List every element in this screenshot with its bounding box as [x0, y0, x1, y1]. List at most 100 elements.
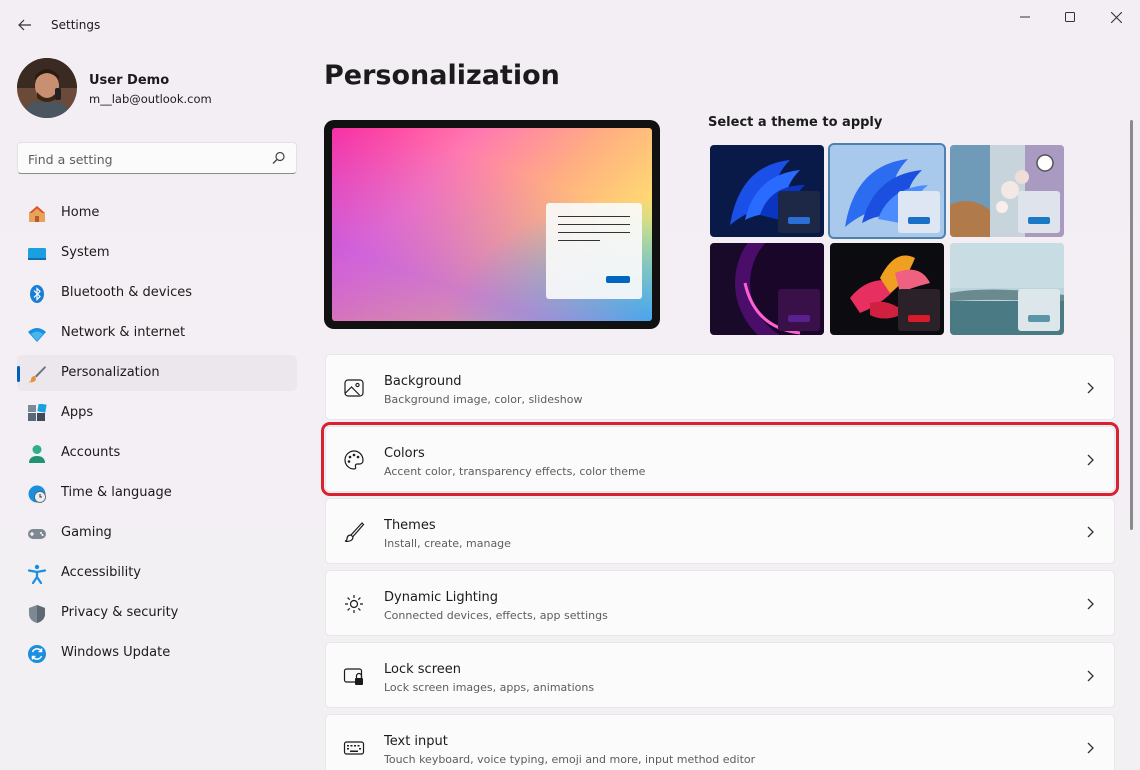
theme-chip: [898, 191, 940, 233]
sidebar-item-home[interactable]: Home: [17, 195, 297, 231]
chevron-right-icon: [1087, 670, 1094, 682]
sidebar-item-time-language[interactable]: Time & language: [17, 475, 297, 511]
sidebar-item-label: Accounts: [61, 445, 121, 460]
setting-desc: Connected devices, effects, app settings: [384, 609, 608, 622]
settings-list: Background Background image, color, slid…: [321, 354, 1119, 770]
minimize-button[interactable]: [1009, 6, 1041, 28]
scrollbar[interactable]: [1130, 120, 1133, 530]
accessibility-icon: [27, 564, 47, 584]
home-icon: [29, 206, 45, 222]
setting-desc: Touch keyboard, voice typing, emoji and …: [384, 753, 756, 766]
setting-title: Text input: [384, 734, 448, 749]
close-icon: [1110, 11, 1122, 23]
setting-title: Dynamic Lighting: [384, 590, 499, 605]
theme-chip: [778, 191, 820, 233]
sidebar-item-label: Accessibility: [61, 565, 141, 580]
theme-chip: [1018, 289, 1060, 331]
preview-window: [546, 203, 642, 299]
controller-icon: [28, 529, 46, 539]
sidebar-item-windows-update[interactable]: Windows Update: [17, 635, 297, 671]
sidebar-item-label: Home: [61, 205, 100, 220]
image-icon: [344, 379, 364, 397]
background-setting[interactable]: Background Background image, color, slid…: [325, 354, 1115, 420]
setting-desc: Accent color, transparency effects, colo…: [384, 465, 646, 478]
person-icon: [29, 445, 45, 463]
setting-desc: Background image, color, slideshow: [384, 393, 583, 406]
sidebar-item-system[interactable]: System: [17, 235, 297, 271]
sidebar-item-accessibility[interactable]: Accessibility: [17, 555, 297, 591]
sidebar-item-label: Bluetooth & devices: [61, 285, 192, 300]
sidebar-item-gaming[interactable]: Gaming: [17, 515, 297, 551]
theme-tile[interactable]: [710, 145, 824, 237]
close-button[interactable]: [1100, 6, 1132, 28]
title-bar: Settings: [0, 0, 1140, 50]
palette-icon: [344, 450, 364, 470]
search-icon[interactable]: [272, 151, 286, 165]
chevron-right-icon: [1087, 454, 1094, 466]
setting-title: Colors: [384, 446, 425, 461]
maximize-icon: [1065, 12, 1075, 22]
colors-setting[interactable]: Colors Accent color, transparency effect…: [321, 422, 1119, 496]
bluetooth-icon: [30, 285, 44, 303]
back-arrow-icon: [18, 19, 31, 31]
sidebar-item-label: Windows Update: [61, 645, 171, 660]
setting-desc: Lock screen images, apps, animations: [384, 681, 595, 694]
sidebar-nav: Home System Bluetooth & devices Network …: [17, 195, 297, 675]
search-input[interactable]: [28, 149, 263, 169]
theme-tile[interactable]: [950, 145, 1064, 237]
back-button[interactable]: [14, 14, 36, 36]
sidebar-item-apps[interactable]: Apps: [17, 395, 297, 431]
sidebar-item-label: Personalization: [61, 365, 160, 380]
chevron-right-icon: [1087, 526, 1094, 538]
preview-wallpaper: [332, 128, 652, 321]
sidebar-item-label: Time & language: [61, 485, 172, 500]
shield-icon: [29, 605, 45, 623]
chevron-right-icon: [1087, 598, 1094, 610]
sidebar-item-bluetooth[interactable]: Bluetooth & devices: [17, 275, 297, 311]
user-profile[interactable]: User Demo m__lab@outlook.com: [17, 58, 297, 118]
theme-preview: [324, 120, 660, 329]
wifi-icon: [28, 328, 46, 342]
sidebar-item-label: Apps: [61, 405, 94, 420]
sidebar-item-personalization[interactable]: Personalization: [17, 355, 297, 391]
brush-icon: [28, 366, 46, 383]
chevron-right-icon: [1087, 742, 1094, 754]
clock-globe-icon: [28, 485, 46, 503]
app-title: Settings: [51, 18, 101, 32]
system-icon: [28, 248, 46, 260]
setting-title: Background: [384, 374, 462, 389]
theme-heading: Select a theme to apply: [708, 115, 883, 130]
preview-accent-button: [606, 276, 630, 283]
sidebar-item-label: System: [61, 245, 110, 260]
chevron-right-icon: [1087, 382, 1094, 394]
theme-grid: [708, 143, 1064, 335]
sidebar-item-accounts[interactable]: Accounts: [17, 435, 297, 471]
theme-chip: [1018, 191, 1060, 233]
sidebar-item-label: Network & internet: [61, 325, 186, 340]
page-title: Personalization: [324, 60, 560, 91]
dynamic-lighting-setting[interactable]: Dynamic Lighting Connected devices, effe…: [325, 570, 1115, 636]
theme-chip: [778, 289, 820, 331]
lighting-icon: [345, 595, 363, 613]
setting-title: Lock screen: [384, 662, 461, 677]
theme-tile[interactable]: [710, 243, 824, 335]
search-box[interactable]: [17, 142, 297, 174]
lock-screen-setting[interactable]: Lock screen Lock screen images, apps, an…: [325, 642, 1115, 708]
minimize-icon: [1020, 16, 1030, 18]
brush-icon: [344, 522, 365, 542]
lock-screen-icon: [343, 668, 363, 685]
setting-title: Themes: [384, 518, 436, 533]
theme-tile-selected[interactable]: [828, 143, 946, 239]
avatar: [17, 58, 77, 118]
sidebar-item-privacy[interactable]: Privacy & security: [17, 595, 297, 631]
sidebar-item-label: Privacy & security: [61, 605, 179, 620]
maximize-button[interactable]: [1054, 6, 1086, 28]
theme-tile[interactable]: [950, 243, 1064, 335]
theme-chip: [898, 289, 940, 331]
themes-setting[interactable]: Themes Install, create, manage: [325, 498, 1115, 564]
theme-tile[interactable]: [830, 243, 944, 335]
sidebar-item-network[interactable]: Network & internet: [17, 315, 297, 351]
update-icon: [28, 645, 46, 663]
setting-desc: Install, create, manage: [384, 537, 511, 550]
text-input-setting[interactable]: Text input Touch keyboard, voice typing,…: [325, 714, 1115, 770]
